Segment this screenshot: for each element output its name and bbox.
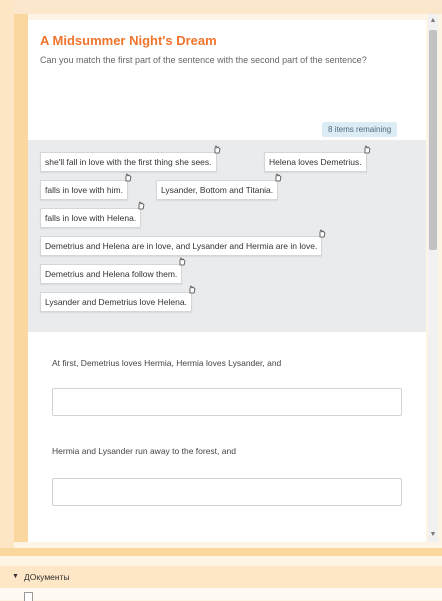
drag-item[interactable]: Demetrius and Helena are in love, and Ly… xyxy=(40,229,326,256)
drag-hand-icon xyxy=(125,173,132,182)
drag-item-label: Demetrius and Helena follow them. xyxy=(45,269,178,279)
frame-left-accent xyxy=(14,14,28,542)
documents-section-header[interactable]: ▼ ДОкументы xyxy=(0,566,442,588)
drag-item-label: falls in love with Helena. xyxy=(45,213,137,223)
drag-item-label: Demetrius and Helena are in love, and Ly… xyxy=(45,241,318,251)
items-remaining-badge: 8 items remaining xyxy=(322,122,398,137)
drag-hand-icon xyxy=(214,145,220,154)
drag-item-label: Lysander and Demetrius love Helena. xyxy=(45,297,187,307)
drag-item-label: falls in love with him. xyxy=(45,185,123,195)
frame-top xyxy=(0,0,442,14)
drag-item[interactable]: she'll fall in love with the first thing… xyxy=(40,145,220,172)
documents-section-body xyxy=(0,588,442,600)
drag-hand-icon xyxy=(179,257,186,266)
drag-item[interactable]: Lysander, Bottom and Titania. xyxy=(156,173,282,200)
quiz-title: A Midsummer Night's Dream xyxy=(40,33,217,48)
triangle-down-icon[interactable]: ▼ xyxy=(12,566,19,588)
drag-item[interactable]: Lysander and Demetrius love Helena. xyxy=(40,285,196,312)
section-label: ДОкументы xyxy=(24,572,70,582)
drag-hand-icon xyxy=(138,201,145,210)
answer-dropzone[interactable] xyxy=(52,388,402,416)
drag-hand-icon xyxy=(319,229,326,238)
drag-hand-icon xyxy=(364,145,371,154)
drag-item[interactable]: Demetrius and Helena follow them. xyxy=(40,257,186,284)
scrollbar-thumb[interactable] xyxy=(429,30,437,250)
quiz-card: A Midsummer Night's Dream Can you match … xyxy=(28,20,426,542)
question-text: Hermia and Lysander run away to the fore… xyxy=(52,446,236,456)
scroll-down-icon[interactable]: ▼ xyxy=(428,530,438,540)
drag-item[interactable]: Helena loves Demetrius. xyxy=(264,145,371,172)
frame-bottom xyxy=(0,548,442,556)
frame-left xyxy=(0,0,14,560)
vertical-scrollbar[interactable]: ▲ ▼ xyxy=(428,14,438,542)
question-text: At first, Demetrius loves Hermia, Hermia… xyxy=(52,358,282,368)
drag-hand-icon xyxy=(275,173,282,182)
drag-hand-icon xyxy=(189,285,196,294)
drag-item-label: she'll fall in love with the first thing… xyxy=(45,157,212,167)
scroll-up-icon[interactable]: ▲ xyxy=(428,16,438,26)
answer-dropzone[interactable] xyxy=(52,478,402,506)
drag-item[interactable]: falls in love with him. xyxy=(40,173,132,200)
drag-item-label: Helena loves Demetrius. xyxy=(269,157,362,167)
quiz-instructions: Can you match the first part of the sent… xyxy=(40,55,367,65)
drag-item[interactable]: falls in love with Helena. xyxy=(40,201,145,228)
frame-gap xyxy=(0,556,442,566)
drag-item-label: Lysander, Bottom and Titania. xyxy=(161,185,274,195)
drag-items-area: she'll fall in love with the first thing… xyxy=(28,140,426,332)
